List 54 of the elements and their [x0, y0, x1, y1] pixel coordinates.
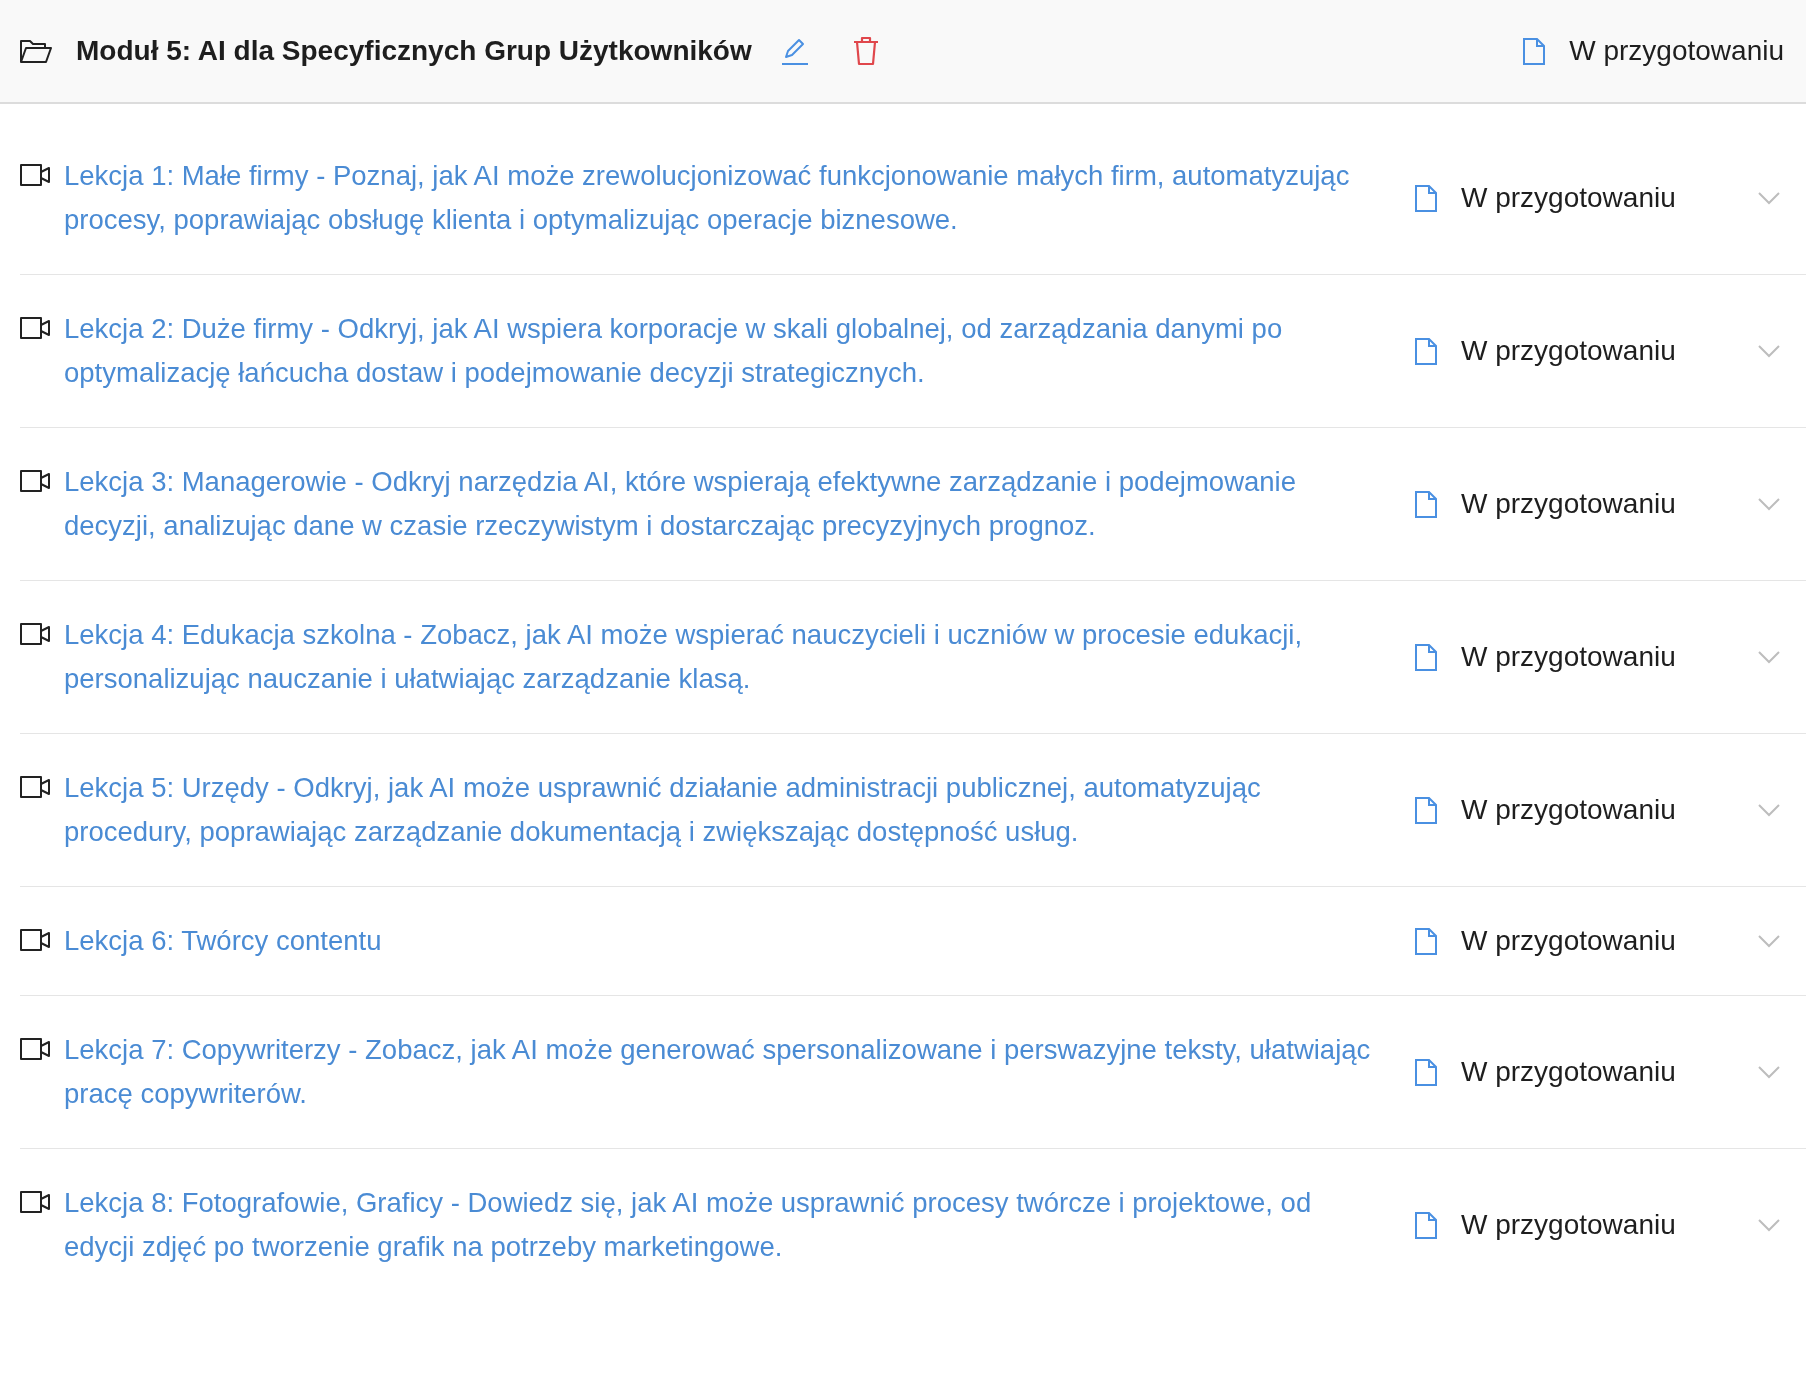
document-icon	[1415, 643, 1437, 671]
video-camera-icon	[20, 1191, 50, 1213]
expand-button[interactable]	[1756, 801, 1782, 819]
module-title: Moduł 5: AI dla Specyficznych Grup Użytkowników	[76, 34, 752, 68]
trash-icon	[851, 36, 880, 66]
lesson-status: W przygotowaniu	[1461, 487, 1676, 521]
chevron-down-icon	[1758, 191, 1780, 205]
video-camera-icon	[20, 164, 50, 186]
lesson-status: W przygotowaniu	[1461, 334, 1676, 368]
lesson-link[interactable]: Lekcja 2: Duże firmy - Odkryj, jak AI wspiera korporacje w skali globalnej, od zarządzania danymi po optymalizację łańcucha dostaw i podejmowanie decyzji strategicznych.	[64, 307, 1384, 395]
chevron-down-icon	[1758, 803, 1780, 817]
expand-button[interactable]	[1756, 1063, 1782, 1081]
chevron-down-icon	[1758, 1065, 1780, 1079]
video-camera-icon	[20, 1038, 50, 1060]
chevron-down-icon	[1758, 1218, 1780, 1232]
lesson-status: W przygotowaniu	[1461, 640, 1676, 674]
video-camera-icon	[20, 929, 50, 951]
document-icon	[1415, 490, 1437, 518]
video-camera-icon	[20, 470, 50, 492]
lesson-link[interactable]: Lekcja 1: Małe firmy - Poznaj, jak AI może zrewolucjonizować funkcjonowanie małych firm, automatyzując procesy, poprawiając obsługę klienta i optymalizując operacje biznesowe.	[64, 154, 1384, 242]
chevron-down-icon	[1758, 497, 1780, 511]
chevron-down-icon	[1758, 934, 1780, 948]
lesson-link[interactable]: Lekcja 3: Managerowie - Odkryj narzędzia AI, które wspierają efektywne zarządzanie i podejmowanie decyzji, analizując dane w czasie rzeczywistym i dostarczając precyzyjnych prognoz.	[64, 460, 1384, 548]
expand-button[interactable]	[1756, 932, 1782, 950]
folder-icon	[20, 39, 52, 63]
expand-button[interactable]	[1756, 648, 1782, 666]
expand-button[interactable]	[1756, 495, 1782, 513]
lesson-link[interactable]: Lekcja 8: Fotografowie, Graficy - Dowiedz się, jak AI może usprawnić procesy twórcze i projektowe, od edycji zdjęć po tworzenie grafik na potrzeby marketingowe.	[64, 1181, 1384, 1269]
module-status: W przygotowaniu	[1569, 34, 1784, 68]
lesson-status: W przygotowaniu	[1461, 181, 1676, 215]
expand-button[interactable]	[1756, 1216, 1782, 1234]
lesson-status: W przygotowaniu	[1461, 793, 1676, 827]
video-camera-icon	[20, 317, 50, 339]
document-icon	[1415, 927, 1437, 955]
video-camera-icon	[20, 776, 50, 798]
chevron-down-icon	[1758, 650, 1780, 664]
lesson-link[interactable]: Lekcja 4: Edukacja szkolna - Zobacz, jak AI może wspierać nauczycieli i uczniów w procesie edukacji, personalizując nauczanie i ułatwiając zarządzanie klasą.	[64, 613, 1384, 701]
lesson-link[interactable]: Lekcja 7: Copywriterzy - Zobacz, jak AI może generować spersonalizowane i perswazyjne teksty, ułatwiając pracę copywriterów.	[64, 1028, 1384, 1116]
chevron-down-icon	[1758, 344, 1780, 358]
expand-button[interactable]	[1756, 189, 1782, 207]
document-icon	[1415, 1211, 1437, 1239]
document-icon	[1415, 184, 1437, 212]
lesson-link[interactable]: Lekcja 6: Twórcy contentu	[64, 919, 1384, 963]
document-icon	[1523, 37, 1546, 65]
document-icon	[1415, 796, 1437, 824]
pencil-icon	[779, 36, 810, 66]
lesson-status: W przygotowaniu	[1461, 924, 1676, 958]
document-icon	[1415, 1058, 1437, 1086]
expand-button[interactable]	[1756, 342, 1782, 360]
lesson-link[interactable]: Lekcja 5: Urzędy - Odkryj, jak AI może usprawnić działanie administracji publicznej, automatyzując procedury, poprawiając zarządzanie dokumentacją i zwiększając dostępność usług.	[64, 766, 1384, 854]
lesson-status: W przygotowaniu	[1461, 1208, 1676, 1242]
video-camera-icon	[20, 623, 50, 645]
lesson-status: W przygotowaniu	[1461, 1055, 1676, 1089]
document-icon	[1415, 337, 1437, 365]
